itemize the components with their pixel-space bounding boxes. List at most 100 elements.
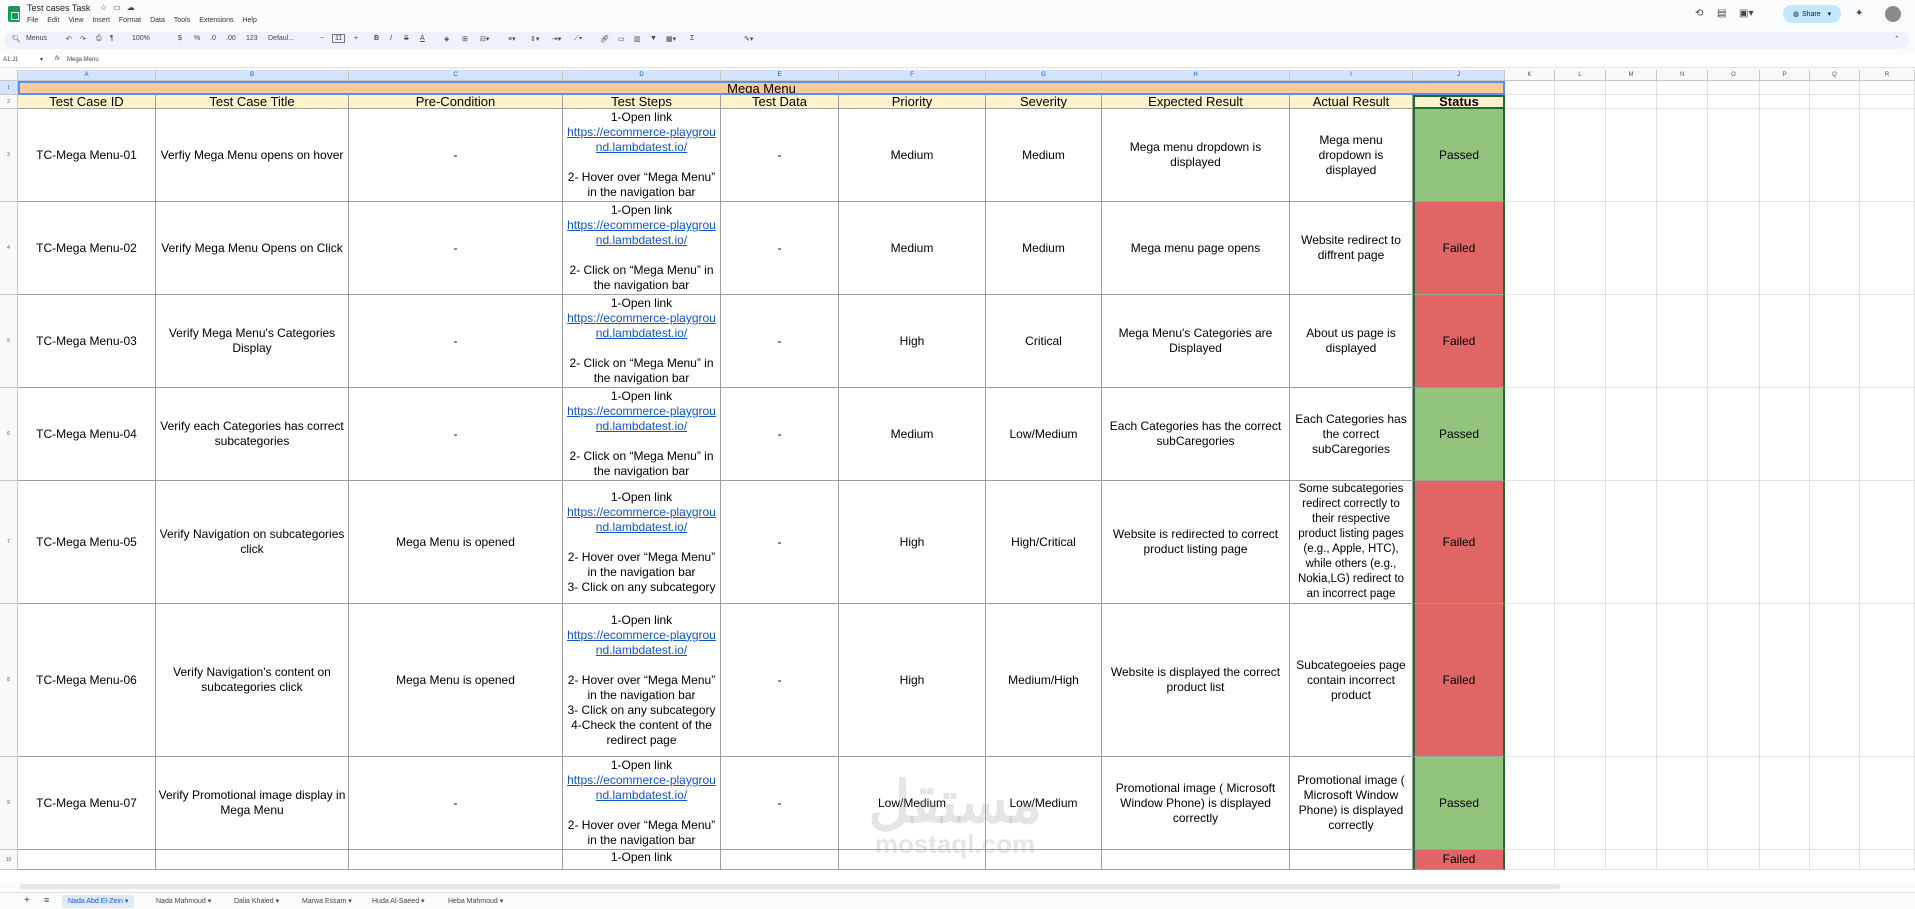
empty-cell[interactable]: [1810, 388, 1860, 481]
align-vertical-icon[interactable]: ⇕▾: [530, 35, 539, 43]
sheet-tab[interactable]: Huda Al-Saeed ▾: [366, 895, 431, 908]
column-header-e[interactable]: E: [721, 70, 839, 81]
decrease-decimal-button[interactable]: .0: [210, 35, 216, 42]
empty-cell[interactable]: [1860, 757, 1915, 850]
empty-cell[interactable]: [1810, 757, 1860, 850]
filter-icon[interactable]: ▼: [650, 35, 657, 42]
cell-actual[interactable]: Website redirect to diffrent page: [1290, 202, 1413, 295]
cell-data[interactable]: -: [721, 388, 839, 481]
empty-cell[interactable]: [1760, 757, 1810, 850]
empty-cell[interactable]: [1708, 757, 1760, 850]
test-steps-cell[interactable]: 1-Open link https://ecommerce-playground.…: [563, 295, 721, 388]
cell-title[interactable]: Verify Mega Menu's Categories Display: [156, 295, 349, 388]
empty-cell[interactable]: [1860, 604, 1915, 757]
menu-format[interactable]: Format: [119, 17, 141, 24]
cell-priority[interactable]: Medium: [839, 109, 986, 202]
cell-priority[interactable]: High: [839, 604, 986, 757]
empty-cell[interactable]: [1708, 202, 1760, 295]
column-title-actual[interactable]: Actual Result: [1290, 95, 1413, 109]
row-header-10[interactable]: 10: [0, 850, 18, 870]
cell-id[interactable]: TC-Mega Menu-04: [18, 388, 156, 481]
row-header-4[interactable]: 4: [0, 202, 18, 295]
cell-expected[interactable]: Mega Menu's Categories are Displayed: [1102, 295, 1290, 388]
cell-title[interactable]: Verify Navigation on subcategories click: [156, 481, 349, 604]
column-header-m[interactable]: M: [1606, 70, 1657, 81]
cell-data[interactable]: [721, 850, 839, 870]
empty-cell[interactable]: [1760, 604, 1810, 757]
empty-cell[interactable]: [1657, 388, 1708, 481]
test-steps-cell[interactable]: 1-Open link https://ecommerce-playground.…: [563, 202, 721, 295]
cell-title[interactable]: Verify Navigation's content on subcatego…: [156, 604, 349, 757]
empty-cell[interactable]: [1860, 202, 1915, 295]
fill-color-icon[interactable]: ◈: [444, 35, 449, 43]
menu-help[interactable]: Help: [242, 17, 256, 24]
row-header-2[interactable]: 2: [0, 95, 18, 109]
cell-actual[interactable]: About us page is displayed: [1290, 295, 1413, 388]
status-badge[interactable]: Passed: [1413, 388, 1505, 481]
sheet-title-cell[interactable]: Mega Menu: [18, 81, 1505, 95]
column-title-id[interactable]: Test Case ID: [18, 95, 156, 109]
empty-cell[interactable]: [1657, 295, 1708, 388]
column-title-status[interactable]: Status: [1413, 95, 1505, 109]
status-badge[interactable]: Failed: [1413, 295, 1505, 388]
star-icon[interactable]: ☆: [100, 3, 113, 12]
cell-severity[interactable]: High/Critical: [986, 481, 1102, 604]
menu-data[interactable]: Data: [150, 17, 165, 24]
spreadsheet-grid[interactable]: A B C D E F G H I J K L M N O P Q R 1 2 3 4 5 6 7 8 9 10 Mega Menu Te…: [0, 70, 1915, 882]
empty-cell[interactable]: [1657, 604, 1708, 757]
empty-cell[interactable]: [1708, 109, 1760, 202]
menu-file[interactable]: File: [27, 17, 38, 24]
empty-cell[interactable]: [1657, 81, 1708, 95]
test-steps-cell[interactable]: 1-Open link https://ecommerce-playground.…: [563, 604, 721, 757]
test-steps-cell[interactable]: 1-Open link https://ecommerce-playground.…: [563, 757, 721, 850]
cell-data[interactable]: -: [721, 295, 839, 388]
empty-cell[interactable]: [1606, 850, 1657, 870]
row-header-9[interactable]: 9: [0, 757, 18, 850]
empty-cell[interactable]: [1657, 757, 1708, 850]
empty-cell[interactable]: [1810, 604, 1860, 757]
empty-cell[interactable]: [1760, 81, 1810, 95]
share-button[interactable]: ◍ Share ▾: [1783, 5, 1841, 23]
cell-expected[interactable]: Mega menu dropdown is displayed: [1102, 109, 1290, 202]
name-box[interactable]: A1:J1: [3, 57, 18, 63]
empty-cell[interactable]: [1760, 109, 1810, 202]
empty-cell[interactable]: [1657, 202, 1708, 295]
row-header-3[interactable]: 3: [0, 109, 18, 202]
empty-cell[interactable]: [1505, 604, 1555, 757]
cell-severity[interactable]: Medium/High: [986, 604, 1102, 757]
cell-severity[interactable]: Medium: [986, 109, 1102, 202]
sheet-tab[interactable]: Dalia Khaled ▾: [228, 895, 285, 908]
cell-priority[interactable]: Low/Medium: [839, 757, 986, 850]
strikethrough-button[interactable]: S: [404, 35, 409, 42]
empty-cell[interactable]: [1555, 202, 1606, 295]
cell-severity[interactable]: Low/Medium: [986, 388, 1102, 481]
cloud-status-icon[interactable]: ☁: [127, 3, 141, 12]
empty-cell[interactable]: [1810, 295, 1860, 388]
cell-id[interactable]: TC-Mega Menu-05: [18, 481, 156, 604]
formula-input[interactable]: Mega Menu: [67, 57, 99, 63]
menu-view[interactable]: View: [68, 17, 83, 24]
empty-cell[interactable]: [1708, 295, 1760, 388]
empty-cell[interactable]: [1860, 81, 1915, 95]
empty-cell[interactable]: [1657, 481, 1708, 604]
cell-pre[interactable]: -: [349, 109, 563, 202]
font-size-input[interactable]: 11: [332, 34, 346, 43]
cell-actual[interactable]: [1290, 850, 1413, 870]
column-title-data[interactable]: Test Data: [721, 95, 839, 109]
column-header-l[interactable]: L: [1555, 70, 1606, 81]
empty-cell[interactable]: [1760, 388, 1810, 481]
test-url-link[interactable]: https://ecommerce-playground.lambdatest.…: [565, 218, 718, 248]
sheets-logo-icon[interactable]: [8, 6, 20, 22]
status-badge[interactable]: Failed: [1413, 481, 1505, 604]
cell-priority[interactable]: Medium: [839, 388, 986, 481]
empty-cell[interactable]: [1555, 95, 1606, 109]
cell-expected[interactable]: Website is redirected to correct product…: [1102, 481, 1290, 604]
align-horizontal-icon[interactable]: ≡▾: [508, 35, 516, 43]
cell-pre[interactable]: [349, 850, 563, 870]
comments-icon[interactable]: ▤: [1717, 8, 1726, 19]
cell-title[interactable]: Verify each Categories has correct subca…: [156, 388, 349, 481]
column-header-d[interactable]: D: [563, 70, 721, 81]
empty-cell[interactable]: [1606, 604, 1657, 757]
empty-cell[interactable]: [1860, 95, 1915, 109]
test-steps-cell[interactable]: 1-Open link https://ecommerce-playground.…: [563, 109, 721, 202]
